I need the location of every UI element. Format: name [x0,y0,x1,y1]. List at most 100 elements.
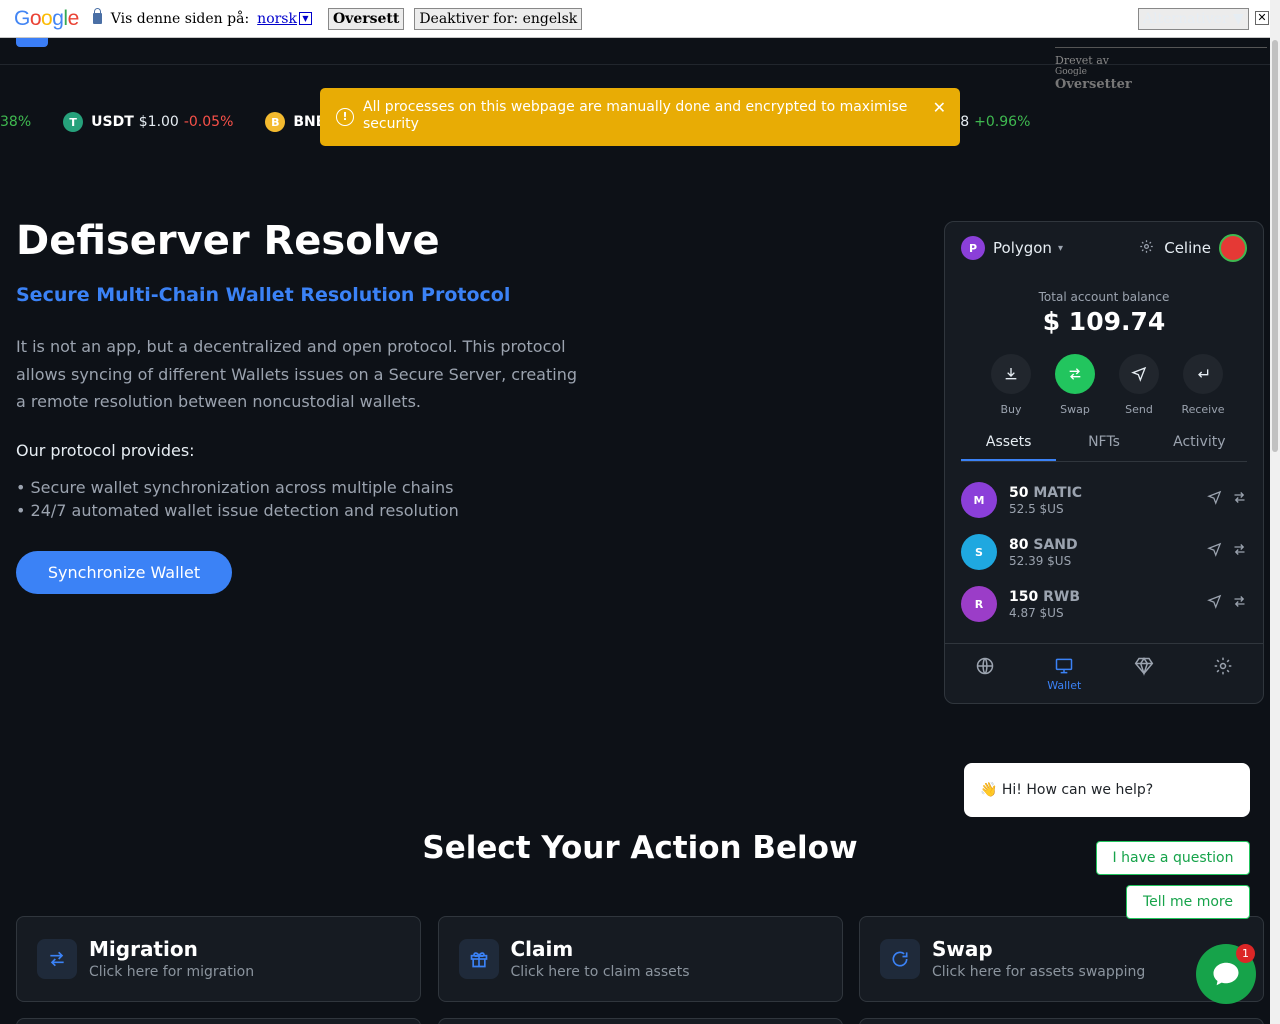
coin-change: 38% [0,114,32,130]
globe-icon[interactable] [960,656,1010,679]
user-name: Celine [1164,239,1211,257]
receive-label: Receive [1181,403,1225,416]
wallet-actions: Buy Swap Send Receive [991,354,1225,416]
translate-bar: Google Vis denne siden på: norsk ▼ Overs… [0,0,1270,38]
action-card[interactable] [16,1018,421,1024]
asset-value: 52.39 $US [1009,553,1072,568]
asset-row[interactable]: M 50 MATIC 52.5 $US [961,474,1247,526]
coin-icon: B [265,112,286,132]
return-icon [1183,354,1223,394]
translate-prompt: Vis denne siden på: [110,10,250,27]
network-name: Polygon [993,239,1052,257]
wallet-widget: P Polygon ▾ Celine Total account balance… [944,221,1264,704]
claim-card[interactable]: Claim Click here to claim assets [437,916,843,1002]
card-title: Swap [932,937,993,961]
card-subtitle: Click here for migration [89,964,255,980]
wallet-tabs: Assets NFTs Activity [961,434,1247,462]
send-icon[interactable] [1207,542,1222,561]
chevron-down-icon[interactable]: ▼ [298,12,312,25]
swap-icon[interactable] [1232,542,1247,561]
chevron-down-icon: ▾ [1057,242,1063,254]
tab-assets[interactable]: Assets [961,434,1057,461]
nav-button[interactable] [16,38,48,47]
coin-icon: T [63,112,84,132]
swap-arrows-icon [37,939,77,979]
send-icon [1119,354,1159,394]
chat-option-question[interactable]: I have a question [1096,841,1250,875]
token-icon: S [961,534,997,570]
section-title: Select Your Action Below [422,830,858,866]
scrollbar-thumb[interactable] [1272,40,1278,452]
card-title: Migration [89,937,198,961]
wallet-footer-nav: Wallet [945,643,1263,703]
ticker-item: 38% [0,114,31,130]
wallet-nav-label: Wallet [1047,679,1082,692]
asset-amount: 50 [1009,484,1029,501]
gear-icon[interactable] [1198,656,1248,679]
synchronize-wallet-button[interactable]: Synchronize Wallet [16,551,232,594]
page-title: Defiserver Resolve [16,218,440,264]
tab-nfts[interactable]: NFTs [1056,434,1151,461]
powered-by-google: Drevet av Google Oversetter [1055,42,1267,98]
send-button[interactable]: Send [1119,354,1159,416]
action-card[interactable] [437,1018,843,1024]
network-selector[interactable]: P Polygon ▾ [961,236,1063,260]
send-icon[interactable] [1207,490,1222,509]
chat-greeting: 👋 Hi! How can we help? [964,763,1250,817]
chat-option-more[interactable]: Tell me more [1126,885,1250,919]
swap-icon [1055,354,1095,394]
card-subtitle: Click here for assets swapping [932,964,1146,980]
lock-icon [92,8,102,24]
balance-label: Total account balance [1038,290,1170,304]
action-card[interactable] [859,1018,1264,1024]
action-cards: Migration Click here for migration Claim… [16,916,1264,1002]
hero-description: It is not an app, but a decentralized an… [16,337,577,411]
migration-card[interactable]: Migration Click here for migration [16,916,421,1002]
powered-by-text: Drevet av [1055,54,1110,67]
language-select[interactable]: norsk [257,11,297,27]
user-menu[interactable]: Celine [1139,234,1247,262]
google-logo: Google [14,6,79,30]
gear-icon[interactable] [1139,239,1154,258]
asset-symbol: SAND [1033,536,1078,553]
swap-icon[interactable] [1232,594,1247,613]
diamond-icon[interactable] [1119,656,1169,679]
ticker-item: T USDT $1.00 -0.05% [63,112,233,132]
network-badge: P [961,236,985,260]
page-scrollbar[interactable] [1270,0,1280,1024]
buy-button[interactable]: Buy [991,354,1031,416]
asset-symbol: MATIC [1033,484,1083,501]
swap-button[interactable]: Swap [1055,354,1095,416]
disable-translation-button[interactable]: Deaktiver for: engelsk [414,7,583,30]
asset-amount: 80 [1009,536,1029,553]
refresh-icon [880,939,920,979]
security-notice: ! All processes on this webpage are manu… [320,88,960,146]
asset-row[interactable]: S 80 SAND 52.39 $US [961,526,1247,578]
card-title: Claim [510,937,574,961]
tab-activity[interactable]: Activity [1152,434,1247,461]
swap-icon[interactable] [1232,490,1247,509]
asset-symbol: RWB [1043,588,1081,605]
powered-by-logo: Google [1055,67,1087,77]
token-icon: M [961,482,997,518]
options-button[interactable]: Alternativer ▼ [1138,8,1249,30]
swap-label: Swap [1060,403,1090,416]
send-label: Send [1125,403,1153,416]
close-icon[interactable]: ✕ [1255,11,1269,25]
translate-button[interactable]: Oversett [327,7,405,30]
send-icon[interactable] [1207,594,1222,613]
asset-row[interactable]: R 150 RWB 4.87 $US [961,578,1247,630]
balance-value: $ 109.74 [1042,307,1166,336]
close-icon[interactable]: ✕ [933,98,946,117]
token-icon: R [961,586,997,622]
receive-button[interactable]: Receive [1181,354,1225,416]
gift-icon [458,939,499,979]
notice-text: All processes on this webpage are manual… [363,99,908,132]
provides-label: Our protocol provides: [16,441,195,460]
powered-by-product: Oversetter [1055,77,1132,92]
wallet-nav-item[interactable]: Wallet [1039,656,1089,692]
asset-value: 52.5 $US [1009,501,1064,516]
coin-change: +0.96% [974,114,1031,130]
avatar[interactable] [1219,234,1247,262]
buy-label: Buy [1000,403,1022,416]
